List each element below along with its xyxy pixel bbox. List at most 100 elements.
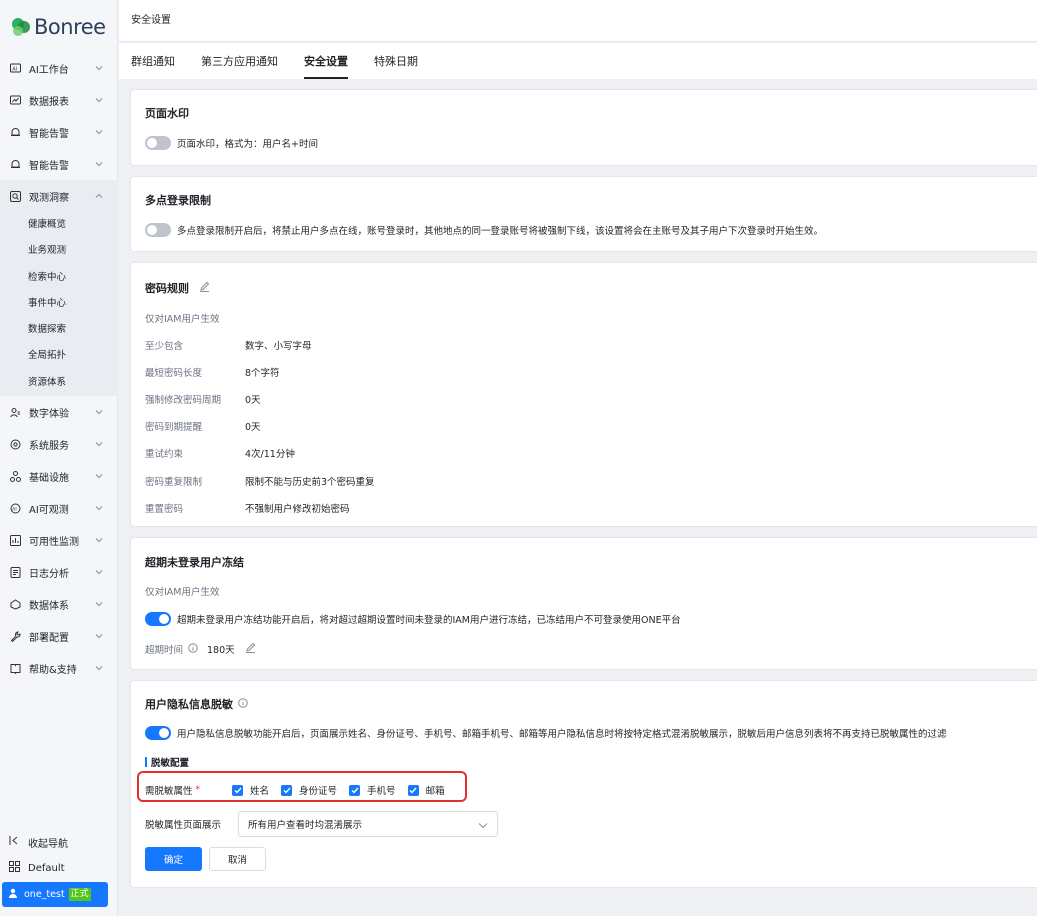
- sidebar-item-ai-workbench[interactable]: AI AI工作台: [0, 52, 118, 84]
- user-menu-button[interactable]: one_test 正式: [2, 882, 108, 907]
- sidebar-item-deploy[interactable]: 部署配置: [0, 620, 118, 652]
- sidebar-item-ai-observe[interactable]: AI AI可观测: [0, 492, 118, 524]
- watermark-title: 页面水印: [145, 107, 189, 120]
- collapse-nav-button[interactable]: 收起导航: [0, 829, 118, 855]
- sidebar-item-label: 基础设施: [29, 472, 69, 484]
- data-system-icon: [9, 598, 21, 610]
- multi-login-toggle[interactable]: [145, 223, 171, 237]
- ai-workbench-icon: AI: [9, 62, 21, 74]
- tab-security-settings[interactable]: 安全设置: [304, 43, 348, 79]
- svg-text:AI: AI: [12, 66, 17, 72]
- highlight-box: [137, 771, 467, 802]
- rule-key: 密码重复限制: [145, 476, 203, 488]
- sidebar-item-log[interactable]: 日志分析: [0, 556, 118, 588]
- freeze-toggle[interactable]: [145, 612, 171, 626]
- sidebar-bottom: 收起导航 Default: [0, 829, 118, 881]
- workspace-label: Default: [28, 862, 65, 874]
- watermark-desc: 页面水印，格式为：用户名+时间: [177, 139, 318, 150]
- sidebar-subitem-topology[interactable]: 全局拓扑: [0, 343, 118, 369]
- multi-login-desc: 多点登录限制开启后，将禁止用户多点在线，账号登录时，其他地点的同一登录账号将被强…: [177, 226, 824, 237]
- sidebar-subnav: 健康概览 业务观测 检索中心 事件中心 数据探索 全局拓扑 资源体系: [0, 212, 118, 397]
- sidebar-item-label: 数字体验: [29, 408, 69, 420]
- password-rule-row: 重试约束 4次/11分钟: [145, 440, 1037, 467]
- password-rule-row: 至少包含 数字、小写字母: [145, 331, 1037, 358]
- sidebar-item-label: AI工作台: [29, 64, 69, 76]
- password-note: 仅对IAM用户生效: [145, 314, 220, 325]
- logo: Bonree: [10, 14, 106, 40]
- sidebar-item-label: 智能告警: [29, 160, 69, 172]
- expire-value: 180天: [207, 645, 235, 656]
- chevron-down-icon: [95, 95, 103, 106]
- help-icon: [9, 662, 21, 674]
- sidebar-item-monitor[interactable]: 可用性监测: [0, 524, 118, 556]
- info-icon: [188, 642, 198, 656]
- tab-special-dates[interactable]: 特殊日期: [374, 43, 418, 79]
- sidebar-subitem-resources[interactable]: 资源体系: [0, 370, 118, 396]
- rule-key: 重试约束: [145, 449, 184, 461]
- mask-display-label: 脱敏属性页面展示: [145, 820, 222, 831]
- chevron-down-icon: [95, 503, 103, 514]
- cancel-button[interactable]: 取消: [209, 847, 266, 871]
- collapse-nav-label: 收起导航: [28, 838, 68, 850]
- freeze-note: 仅对IAM用户生效: [145, 587, 220, 598]
- chevron-down-icon: [95, 127, 103, 138]
- sidebar-subitem-events[interactable]: 事件中心: [0, 291, 118, 317]
- sidebar-item-service[interactable]: 系统服务: [0, 428, 118, 460]
- confirm-button[interactable]: 确定: [145, 847, 202, 871]
- rule-value: 0天: [245, 422, 261, 434]
- freeze-title: 超期未登录用户冻结: [145, 556, 244, 569]
- rule-key: 密码到期提醒: [145, 422, 203, 434]
- rule-key: 最短密码长度: [145, 367, 203, 379]
- report-icon: [9, 94, 21, 106]
- user-name: one_test: [24, 889, 65, 900]
- experience-icon: [9, 406, 21, 418]
- rule-key: 强制修改密码周期: [145, 394, 222, 406]
- rule-key: 至少包含: [145, 340, 184, 352]
- sidebar-item-infra[interactable]: 基础设施: [0, 460, 118, 492]
- watermark-toggle[interactable]: [145, 136, 171, 150]
- sidebar-subitem-explore[interactable]: 数据探索: [0, 317, 118, 343]
- password-rule-row: 密码重复限制 限制不能与历史前3个密码重复: [145, 467, 1037, 494]
- sidebar-item-label: 可用性监测: [29, 536, 79, 548]
- mask-display-select[interactable]: 所有用户查看时均混淆展示: [238, 811, 498, 837]
- expire-label: 超期时间: [145, 645, 184, 656]
- sidebar-item-observe[interactable]: 观测洞察: [0, 180, 118, 212]
- chevron-down-icon: [95, 63, 103, 74]
- tab-group-notify[interactable]: 群组通知: [131, 43, 175, 79]
- tab-bar: 群组通知 第三方应用通知 安全设置 特殊日期: [119, 43, 1037, 79]
- sidebar-item-alert-2[interactable]: 智能告警: [0, 148, 118, 180]
- password-rule-row: 最短密码长度 8个字符: [145, 358, 1037, 385]
- workspace-switcher[interactable]: Default: [0, 855, 118, 881]
- sidebar-item-data-system[interactable]: 数据体系: [0, 588, 118, 620]
- sidebar-item-experience[interactable]: 数字体验: [0, 396, 118, 428]
- bonree-logo-icon: [12, 18, 30, 36]
- sidebar-subitem-business[interactable]: 业务观测: [0, 238, 118, 264]
- logo-text: Bonree: [34, 15, 106, 39]
- rule-value: 4次/11分钟: [245, 449, 295, 461]
- monitor-icon: [9, 534, 21, 546]
- rule-value: 数字、小写字母: [245, 340, 312, 352]
- privacy-toggle[interactable]: [145, 726, 171, 740]
- sidebar-item-label: 观测洞察: [29, 192, 69, 204]
- freeze-desc: 超期未登录用户冻结功能开启后，将对超过超期设置时间未登录的IAM用户进行冻结，已…: [177, 615, 681, 626]
- chevron-down-icon: [95, 631, 103, 642]
- sidebar-item-alert[interactable]: 智能告警: [0, 116, 118, 148]
- multi-login-title: 多点登录限制: [145, 194, 211, 207]
- alert-icon: [9, 158, 21, 170]
- sidebar-subitem-retrieval[interactable]: 检索中心: [0, 265, 118, 291]
- rule-value: 限制不能与历史前3个密码重复: [245, 476, 375, 488]
- sidebar-subitem-health[interactable]: 健康概览: [0, 212, 118, 238]
- user-icon: [8, 888, 18, 901]
- edit-icon[interactable]: [245, 642, 256, 656]
- search-icon: [9, 190, 21, 202]
- chevron-down-icon: [95, 599, 103, 610]
- password-rule-row: 重置密码 不强制用户修改初始密码: [145, 494, 1037, 521]
- sidebar-item-label: 帮助&支持: [29, 664, 77, 676]
- chevron-down-icon: [95, 407, 103, 418]
- chevron-down-icon: [95, 159, 103, 170]
- edit-icon[interactable]: [199, 281, 210, 295]
- sidebar-item-help[interactable]: 帮助&支持: [0, 652, 118, 684]
- tab-third-party-notify[interactable]: 第三方应用通知: [201, 43, 278, 79]
- chevron-down-icon: [95, 439, 103, 450]
- sidebar-item-report[interactable]: 数据报表: [0, 84, 118, 116]
